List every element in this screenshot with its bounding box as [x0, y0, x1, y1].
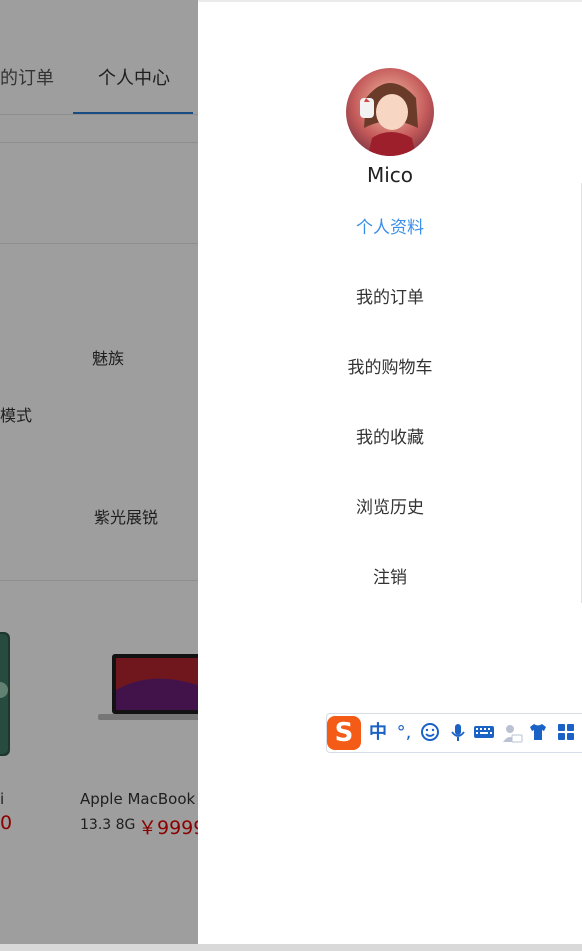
avatar-image — [346, 68, 434, 156]
shirt-icon[interactable] — [527, 722, 549, 744]
menu-item-logout[interactable]: 注销 — [198, 563, 582, 588]
ime-language-toggle[interactable]: 中 — [367, 722, 389, 744]
user-drawer: Mico 个人资料 我的订单 我的购物车 我的收藏 浏览历史 注销 S 中 °, — [198, 3, 582, 944]
grid-icon[interactable] — [555, 722, 577, 744]
smiley-icon[interactable] — [419, 722, 441, 744]
menu-item-cart[interactable]: 我的购物车 — [198, 353, 582, 378]
user-icon[interactable] — [501, 722, 523, 744]
microphone-icon[interactable] — [447, 722, 469, 744]
menu-item-favorites[interactable]: 我的收藏 — [198, 423, 582, 448]
username: Mico — [366, 163, 414, 187]
ime-punctuation-toggle[interactable]: °, — [393, 722, 415, 744]
drawer-top-border — [198, 0, 582, 2]
keyboard-icon[interactable] — [473, 722, 495, 744]
menu-item-orders[interactable]: 我的订单 — [198, 283, 582, 308]
modal-overlay[interactable] — [0, 0, 198, 944]
menu-item-profile[interactable]: 个人资料 — [198, 213, 582, 238]
sogou-logo-icon[interactable]: S — [327, 716, 361, 750]
avatar[interactable] — [346, 68, 434, 156]
menu-item-history[interactable]: 浏览历史 — [198, 493, 582, 518]
bottom-scrollbar[interactable] — [0, 944, 582, 951]
ime-toolbar: S 中 °, — [326, 713, 582, 753]
